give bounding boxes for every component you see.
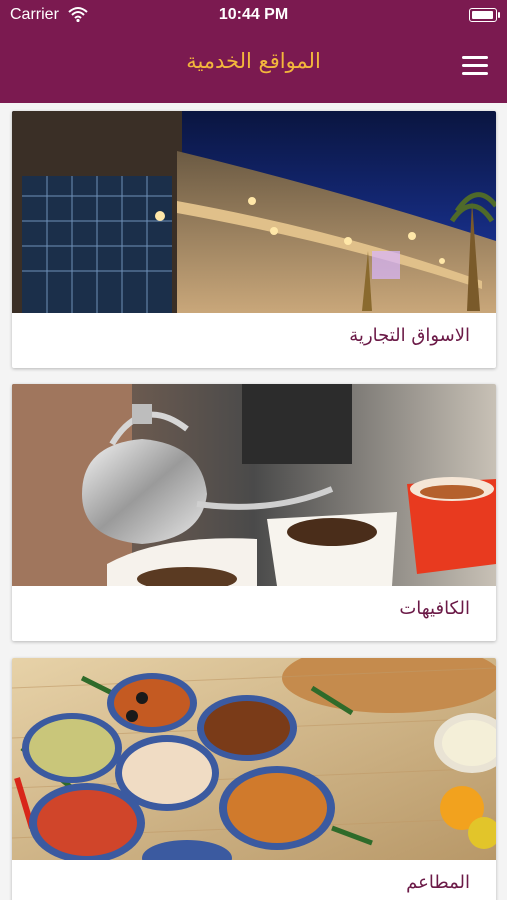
- card-label: الكافيهات: [399, 598, 470, 619]
- traditional-food-photo: [12, 658, 496, 860]
- card-label: المطاعم: [406, 872, 470, 893]
- battery-icon: [469, 8, 500, 22]
- card-list: الاسواق التجارية الكافيهات المطاعم: [0, 103, 507, 900]
- card-shopping-malls[interactable]: الاسواق التجارية: [12, 111, 496, 368]
- page-title: المواقع الخدمية: [186, 49, 321, 73]
- card-restaurants[interactable]: المطاعم: [12, 658, 496, 900]
- coffee-pouring-photo: [12, 384, 496, 586]
- status-bar: Carrier 10:44 PM: [0, 0, 507, 31]
- status-time: 10:44 PM: [218, 6, 289, 23]
- card-cafes[interactable]: الكافيهات: [12, 384, 496, 641]
- shopping-mall-photo: [12, 111, 496, 313]
- navigation-bar: المواقع الخدمية: [0, 31, 507, 103]
- hamburger-menu-icon[interactable]: [462, 56, 488, 76]
- card-label: الاسواق التجارية: [349, 325, 470, 346]
